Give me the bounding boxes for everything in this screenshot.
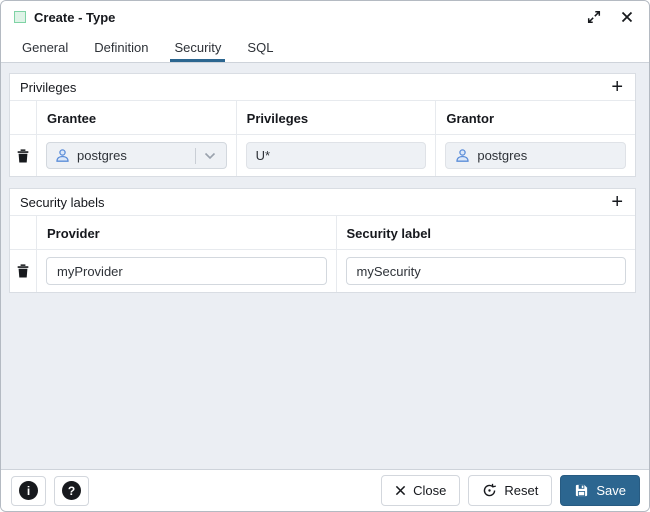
delete-privilege-row-button[interactable] [15, 147, 31, 165]
trash-icon [17, 264, 29, 278]
privileges-table-header: Grantee Privileges Grantor [10, 101, 635, 135]
dialog-footer: i ? Close Reset [1, 469, 649, 511]
delete-security-label-row-button[interactable] [15, 262, 31, 280]
provider-input[interactable] [46, 257, 327, 285]
privileges-table: Grantee Privileges Grantor [10, 101, 635, 176]
user-icon [455, 148, 470, 163]
close-button[interactable]: Close [381, 475, 460, 506]
reset-icon [482, 483, 497, 498]
security-label-cell [337, 250, 636, 292]
grantor-column-header: Grantor [436, 101, 635, 134]
security-labels-header: Security labels + [10, 189, 635, 216]
close-button-label: Close [413, 483, 446, 498]
save-button[interactable]: Save [560, 475, 640, 506]
tab-security[interactable]: Security [170, 33, 225, 62]
security-label-column-header: Security label [337, 216, 636, 249]
grantee-select[interactable]: postgres [46, 142, 227, 169]
tab-definition[interactable]: Definition [90, 33, 152, 62]
grantee-column-header: Grantee [37, 101, 237, 134]
dialog-help-button[interactable]: ? [54, 476, 89, 506]
add-security-label-button[interactable]: + [609, 192, 625, 212]
expand-icon [587, 10, 601, 24]
privileges-cell: U* [237, 135, 437, 176]
privileges-column-header: Privileges [237, 101, 437, 134]
security-labels-table-header: Provider Security label [10, 216, 635, 250]
select-dropdown-toggle[interactable] [196, 152, 218, 160]
delete-column-header [10, 216, 37, 249]
close-icon [621, 11, 633, 23]
privileges-panel: Privileges + Grantee Privileges Grantor [9, 73, 636, 177]
dialog-title: Create - Type [34, 10, 587, 25]
title-bar: Create - Type [1, 1, 649, 33]
question-icon: ? [62, 481, 81, 500]
grantor-cell: postgres [436, 135, 635, 176]
trash-icon [17, 149, 29, 163]
provider-cell [37, 250, 337, 292]
add-privilege-button[interactable]: + [609, 77, 625, 97]
privileges-value: U* [256, 148, 270, 163]
privileges-header: Privileges + [10, 74, 635, 101]
info-icon: i [19, 481, 38, 500]
tab-sql[interactable]: SQL [243, 33, 277, 62]
grantor-value: postgres [477, 148, 527, 163]
security-labels-table-row [10, 250, 635, 292]
grantor-field: postgres [445, 142, 626, 169]
close-window-button[interactable] [621, 11, 633, 23]
privileges-value-field[interactable]: U* [246, 142, 427, 169]
reset-button[interactable]: Reset [468, 475, 552, 506]
security-labels-panel: Security labels + Provider Security labe… [9, 188, 636, 293]
delete-cell [10, 250, 37, 292]
tab-bar: General Definition Security SQL [1, 33, 649, 63]
reset-button-label: Reset [504, 483, 538, 498]
window-controls [587, 10, 633, 24]
privileges-title: Privileges [20, 80, 76, 95]
maximize-button[interactable] [587, 10, 601, 24]
save-icon [574, 483, 589, 498]
delete-column-header [10, 101, 37, 134]
security-labels-title: Security labels [20, 195, 105, 210]
create-type-dialog: Create - Type General Definition Securit… [0, 0, 650, 512]
save-button-label: Save [596, 483, 626, 498]
sql-help-button[interactable]: i [11, 476, 46, 506]
security-tab-panel: Privileges + Grantee Privileges Grantor [1, 63, 649, 469]
type-node-icon [14, 11, 26, 23]
tab-general[interactable]: General [18, 33, 72, 62]
user-icon [55, 148, 70, 163]
privileges-table-row: postgres U* [10, 135, 635, 176]
provider-column-header: Provider [37, 216, 337, 249]
delete-cell [10, 135, 37, 176]
close-icon [395, 485, 406, 496]
grantee-value: postgres [77, 148, 127, 163]
grantee-cell: postgres [37, 135, 237, 176]
security-labels-table: Provider Security label [10, 216, 635, 292]
security-label-input[interactable] [346, 257, 627, 285]
chevron-down-icon [204, 152, 216, 160]
